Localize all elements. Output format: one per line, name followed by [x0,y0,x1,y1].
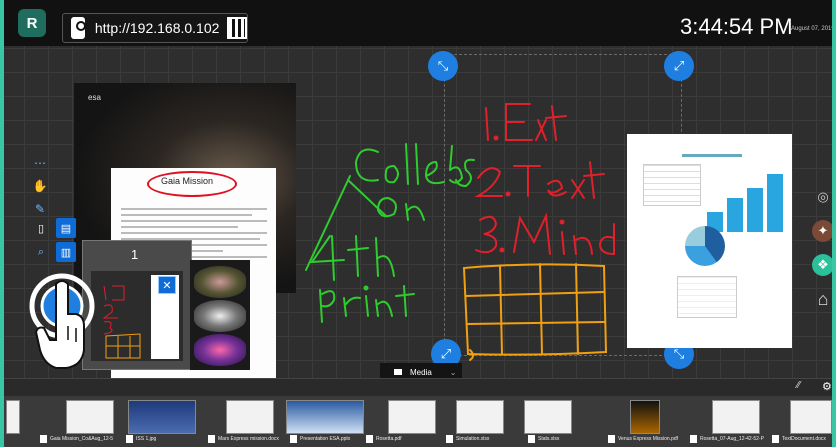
tools-icon[interactable]: ✦ [812,220,834,242]
tray-thumbnail[interactable] [128,400,196,434]
pen-settings-icon[interactable]: ⁄⁄ [797,380,800,391]
media-tray: Gaia Mission_Co&Aug_12-5 ISS 1.jpg Mars … [0,396,836,447]
media-icon [394,369,402,375]
tray-thumbnail[interactable] [388,400,436,434]
chevron-down-icon: ⌄ [449,367,457,377]
media-tab-label: Media [410,367,432,377]
whiteboard-canvas[interactable]: R http://192.168.0.102 3:44:54 PM August… [0,0,836,447]
tray-thumbnail[interactable] [524,400,572,434]
tray-thumbnail[interactable] [66,400,114,434]
tray-item-label[interactable]: Rosetta.pdf [366,434,436,444]
tray-header [0,378,836,397]
tray-thumbnail[interactable] [456,400,504,434]
tray-item-label[interactable]: Presentation ESA.pptx [290,434,362,444]
tray-item-label[interactable]: ISS 1.jpg [126,434,196,444]
tray-item-label[interactable]: TextDocument.docx [772,434,832,444]
settings-icon[interactable]: ⚙ [822,380,832,393]
right-toolbar: ◎ ✦ ❖ ⌂ [812,186,836,322]
tray-thumbnail[interactable] [286,400,364,434]
tray-thumbnail[interactable] [226,400,274,434]
tray-thumbnail[interactable] [6,400,20,434]
tray-item-label[interactable]: Rosetta_07-Aug_12-42-52-P [690,434,770,444]
tray-item-label[interactable]: Gaia Mission_Co&Aug_12-5 [40,434,120,444]
app-launcher-icon[interactable]: ❖ [812,254,834,276]
tray-thumbnail[interactable] [712,400,760,434]
green-ink-note [305,143,475,323]
red-ink-list [474,103,615,256]
tray-item-label[interactable]: Venus Express Mission.pdf [608,434,688,444]
orange-ink-table [462,263,608,361]
tray-item-label[interactable]: Mars Express mission.docx [208,434,290,444]
tray-item-label[interactable]: Stats.xlsx [528,434,608,444]
tray-item-label[interactable]: Simulation.xlsx [446,434,518,444]
tray-thumbnail[interactable] [630,400,660,434]
home-icon[interactable]: ⌂ [812,288,834,310]
tray-thumbnail[interactable] [790,400,832,434]
popup-mini-ink [102,285,141,359]
globe-icon[interactable]: ◎ [812,186,834,208]
